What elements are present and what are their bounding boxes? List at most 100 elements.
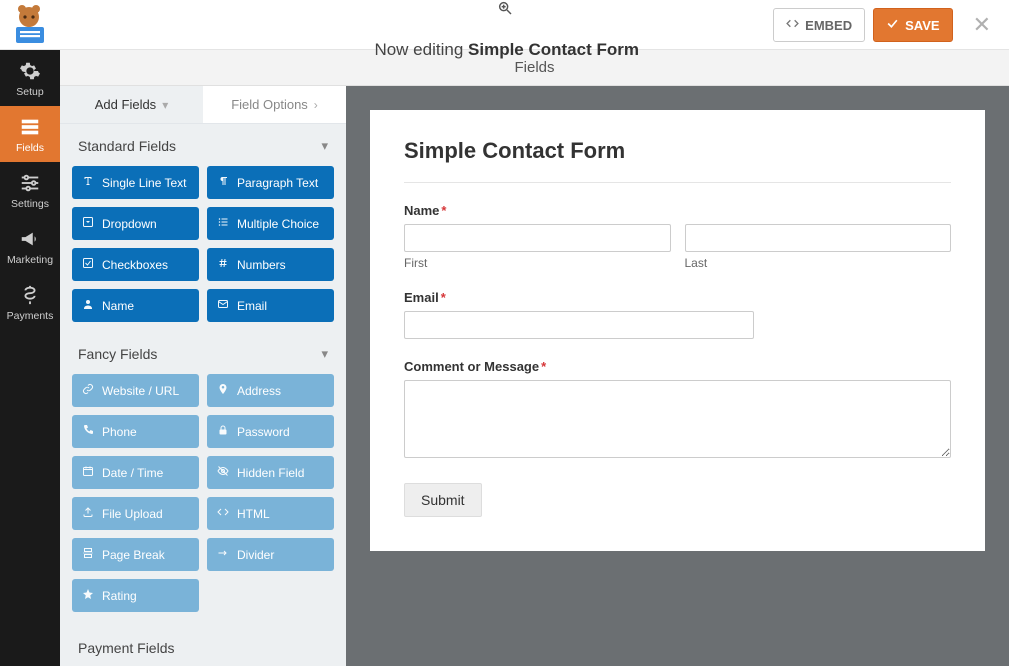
divider-icon [217, 547, 229, 562]
group-standard-fields[interactable]: Standard Fields ▾ [60, 124, 346, 166]
group-fancy-fields[interactable]: Fancy Fields ▾ [60, 332, 346, 374]
save-label: SAVE [905, 18, 939, 33]
field-type-button[interactable]: Hidden Field [207, 456, 334, 489]
rail-label: Settings [11, 198, 49, 210]
field-type-button[interactable]: File Upload [72, 497, 199, 530]
rail-item-fields[interactable]: Fields [0, 106, 60, 162]
rail-label: Marketing [7, 254, 53, 266]
field-type-label: Paragraph Text [237, 176, 318, 190]
form-title: Simple Contact Form [404, 138, 951, 183]
rail-label: Setup [16, 86, 43, 98]
chevron-down-icon: ▾ [162, 98, 168, 112]
magnifier-icon [497, 3, 513, 20]
tab-label: Add Fields [95, 97, 156, 112]
field-type-button[interactable]: Phone [72, 415, 199, 448]
page-break-icon [82, 547, 94, 562]
list-icon [217, 216, 229, 231]
code-icon [217, 506, 229, 521]
field-type-label: Password [237, 425, 290, 439]
field-type-button[interactable]: Password [207, 415, 334, 448]
field-type-label: Rating [102, 589, 137, 603]
close-icon[interactable]: ✕ [967, 8, 997, 42]
field-type-button[interactable]: Website / URL [72, 374, 199, 407]
field-type-label: Multiple Choice [237, 217, 319, 231]
email-input[interactable] [404, 311, 754, 339]
field-type-label: HTML [237, 507, 270, 521]
field-type-label: Dropdown [102, 217, 157, 231]
section-bar: Fields [60, 50, 1009, 86]
group-payment-fields[interactable]: Payment Fields [60, 622, 346, 660]
rail-label: Payments [7, 310, 54, 322]
last-sublabel: Last [685, 256, 952, 270]
rail-item-setup[interactable]: Setup [0, 50, 60, 106]
group-title: Payment Fields [78, 640, 174, 656]
field-type-label: Date / Time [102, 466, 163, 480]
field-type-label: Checkboxes [102, 258, 168, 272]
field-type-label: Email [237, 299, 267, 313]
star-icon [82, 588, 94, 603]
field-type-button[interactable]: Email [207, 289, 334, 322]
tab-add-fields[interactable]: Add Fields ▾ [60, 86, 203, 123]
group-title: Standard Fields [78, 138, 176, 154]
comment-textarea[interactable] [404, 380, 951, 458]
field-comment[interactable]: Comment or Message* [404, 359, 951, 463]
field-type-label: Address [237, 384, 281, 398]
rail-item-payments[interactable]: Payments [0, 274, 60, 330]
field-type-label: Single Line Text [102, 176, 187, 190]
code-icon [786, 17, 799, 33]
left-rail: Setup Fields Settings Marketing Payments [0, 0, 60, 666]
map-pin-icon [217, 383, 229, 398]
field-type-button[interactable]: HTML [207, 497, 334, 530]
rail-item-settings[interactable]: Settings [0, 162, 60, 218]
field-type-button[interactable]: Name [72, 289, 199, 322]
rail-item-marketing[interactable]: Marketing [0, 218, 60, 274]
embed-label: EMBED [805, 18, 852, 33]
fields-panel: Add Fields ▾ Field Options › Standard Fi… [60, 86, 346, 666]
field-name[interactable]: Name* First Last [404, 203, 951, 270]
embed-button[interactable]: EMBED [773, 8, 865, 42]
caret-square-icon [82, 216, 94, 231]
field-type-button[interactable]: Rating [72, 579, 199, 612]
field-type-button[interactable]: Divider [207, 538, 334, 571]
field-type-button[interactable]: Single Line Text [72, 166, 199, 199]
text-tool-icon [82, 175, 94, 190]
field-type-button[interactable]: Paragraph Text [207, 166, 334, 199]
eye-slash-icon [217, 465, 229, 480]
tab-label: Field Options [231, 97, 308, 112]
field-type-button[interactable]: Dropdown [72, 207, 199, 240]
field-type-label: Numbers [237, 258, 286, 272]
first-name-input[interactable] [404, 224, 671, 252]
chevron-down-icon: ▾ [321, 346, 328, 362]
field-type-label: Name [102, 299, 134, 313]
field-type-label: Hidden Field [237, 466, 304, 480]
field-type-button[interactable]: Page Break [72, 538, 199, 571]
last-name-input[interactable] [685, 224, 952, 252]
field-type-button[interactable]: Date / Time [72, 456, 199, 489]
envelope-icon [217, 298, 229, 313]
save-button[interactable]: SAVE [873, 8, 952, 42]
submit-button[interactable]: Submit [404, 483, 482, 517]
field-type-label: Divider [237, 548, 274, 562]
field-email[interactable]: Email* [404, 290, 951, 339]
link-icon [82, 383, 94, 398]
field-type-button[interactable]: Multiple Choice [207, 207, 334, 240]
field-type-button[interactable]: Address [207, 374, 334, 407]
rail-label: Fields [16, 142, 44, 154]
calendar-icon [82, 465, 94, 480]
chevron-down-icon: ▾ [321, 138, 328, 154]
group-title: Fancy Fields [78, 346, 157, 362]
user-icon [82, 298, 94, 313]
lock-icon [217, 424, 229, 439]
check-square-icon [82, 257, 94, 272]
check-icon [886, 17, 899, 33]
form-canvas: Simple Contact Form Name* First Last Ema… [346, 86, 1009, 666]
tab-field-options[interactable]: Field Options › [203, 86, 346, 123]
field-type-button[interactable]: Numbers [207, 248, 334, 281]
field-type-label: Phone [102, 425, 137, 439]
app-header: Now editing Simple Contact Form EMBED SA… [0, 0, 1009, 50]
field-type-label: Website / URL [102, 384, 179, 398]
upload-icon [82, 506, 94, 521]
field-type-button[interactable]: Checkboxes [72, 248, 199, 281]
form-card: Simple Contact Form Name* First Last Ema… [370, 110, 985, 551]
name-label: Name* [404, 203, 951, 218]
